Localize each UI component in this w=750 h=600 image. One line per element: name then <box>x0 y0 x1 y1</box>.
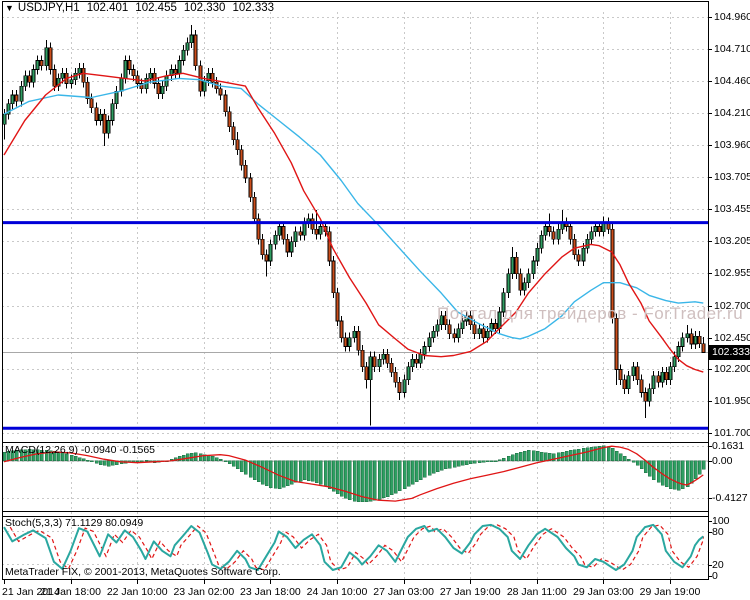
stoch-tick-label: 80 <box>712 526 724 538</box>
macd-indicator-label: MACD(12,26,9) -0.0940 -0.1565 <box>5 444 155 456</box>
current-price-badge: 102.333 <box>709 345 750 361</box>
quote-close: 102.333 <box>232 2 275 14</box>
quote-high: 102.455 <box>135 2 177 14</box>
metatrader-chart-window: Портал для трейдеров - ForTrader.ru ▼ USD… <box>0 0 750 600</box>
time-axis-label: 27 Jan 19:00 <box>439 586 501 598</box>
price-tick-label: 102.955 <box>714 267 750 279</box>
quote-low: 102.330 <box>183 2 226 14</box>
quote-dropdown-icon[interactable]: ▼ <box>5 3 14 13</box>
copyright-text: MetaTrader FIX, © 2001-2013, MetaQuotes … <box>5 566 281 578</box>
price-tick-label: 103.455 <box>714 203 750 215</box>
price-tick-label: 103.205 <box>714 235 750 247</box>
macd-tick-label: 0.00 <box>712 455 733 467</box>
stoch-indicator-label: Stoch(5,3,3) 71.1129 80.0949 <box>5 517 144 529</box>
candlesticks <box>2 24 706 426</box>
price-tick-label: 103.960 <box>714 139 750 151</box>
price-tick-label: 102.450 <box>714 332 750 344</box>
stoch-tick-label: 0 <box>712 570 718 582</box>
chart-title: ▼ USDJPY,H1 102.401 102.455 102.330 102.333 <box>5 2 274 14</box>
time-axis-label: 29 Jan 19:00 <box>639 586 701 598</box>
price-tick-label: 104.210 <box>714 107 750 119</box>
quote-open: 102.401 <box>86 2 129 14</box>
macd-tick-label: 0.1631 <box>712 440 745 452</box>
time-axis-label: 29 Jan 03:00 <box>573 586 634 598</box>
price-tick-label: 103.705 <box>714 171 750 183</box>
time-axis-label: 24 Jan 10:00 <box>306 586 368 598</box>
price-tick-label: 104.460 <box>714 75 750 87</box>
price-tick-label: 104.960 <box>714 11 750 23</box>
time-axis-label: 28 Jan 11:00 <box>506 586 567 598</box>
price-tick-label: 104.710 <box>714 43 750 55</box>
macd-tick-label: -0.4127 <box>712 492 748 504</box>
time-axis-label: 23 Jan 02:00 <box>173 586 235 598</box>
chart-plot-area[interactable] <box>0 0 750 600</box>
time-axis-label: 21 Jan 18:00 <box>40 586 101 598</box>
time-axis-label: 27 Jan 03:00 <box>373 586 434 598</box>
stoch-d-line <box>9 524 704 571</box>
watermark: Портал для трейдеров - ForTrader.ru <box>437 304 744 323</box>
price-tick-label: 101.700 <box>714 427 750 439</box>
price-tick-label: 102.200 <box>714 363 750 375</box>
time-axis-label: 22 Jan 10:00 <box>106 586 168 598</box>
price-tick-label: 101.950 <box>714 395 750 407</box>
time-axis-label: 23 Jan 18:00 <box>240 586 301 598</box>
symbol-period-label: USDJPY,H1 <box>17 2 80 14</box>
